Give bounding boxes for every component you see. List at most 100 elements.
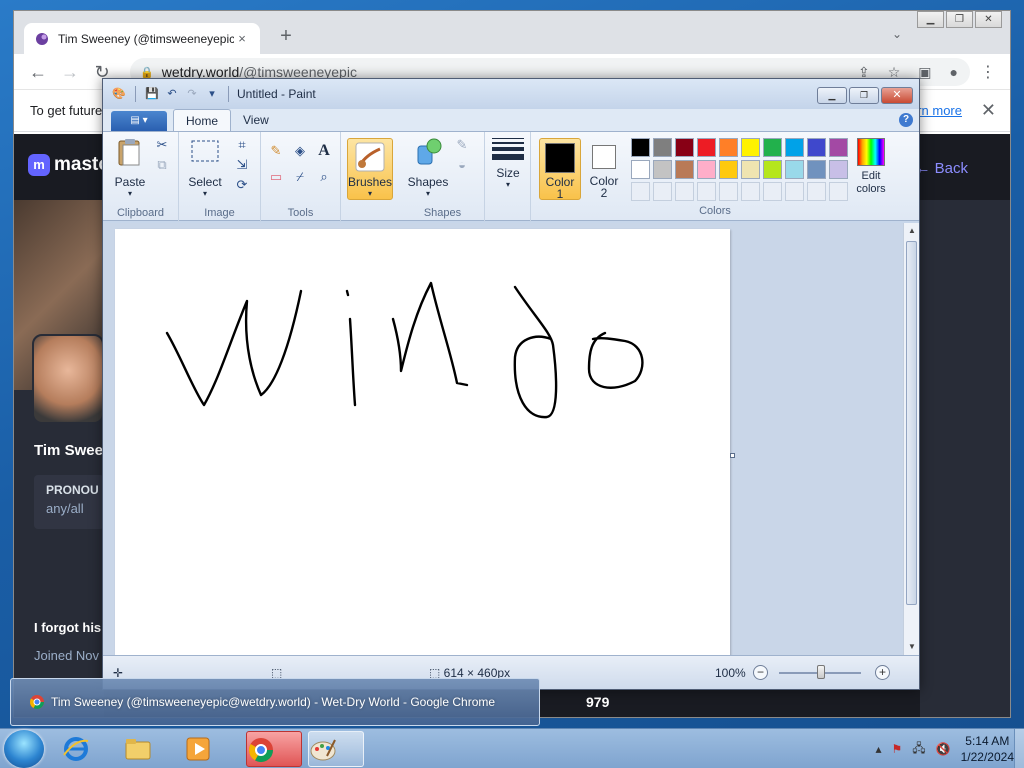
tab-view[interactable]: View <box>231 109 281 131</box>
palette-custom-swatch[interactable] <box>829 182 848 201</box>
palette-color-swatch[interactable] <box>719 138 738 157</box>
taskbar-thumbnail-tooltip[interactable]: Tim Sweeney (@timsweeneyepic@wetdry.worl… <box>10 678 540 726</box>
redo-icon[interactable]: ↷ <box>184 86 200 102</box>
palette-color-swatch[interactable] <box>631 160 650 179</box>
customize-qat-icon[interactable]: ▾ <box>204 86 220 102</box>
pencil-icon[interactable]: ✎ <box>267 142 285 160</box>
palette-custom-swatch[interactable] <box>807 182 826 201</box>
color1-button[interactable]: Color 1 <box>539 138 581 200</box>
drawing-canvas[interactable] <box>115 229 730 655</box>
zoom-out-button[interactable]: − <box>753 665 768 680</box>
palette-color-swatch[interactable] <box>631 138 650 157</box>
palette-color-swatch[interactable] <box>785 138 804 157</box>
edit-colors-button[interactable]: Edit colors <box>855 138 887 196</box>
back-link[interactable]: ← Back <box>915 160 968 177</box>
taskbar-media-player-button[interactable] <box>184 731 240 767</box>
copy-icon[interactable]: ⧉ <box>153 156 171 174</box>
show-hidden-icons-icon[interactable]: ▴ <box>875 742 881 756</box>
followers-count[interactable]: 979 <box>586 694 609 710</box>
taskbar-explorer-button[interactable] <box>124 731 180 767</box>
paint-maximize-button[interactable]: ❐ <box>849 87 879 104</box>
brushes-button[interactable]: Brushes ▾ <box>347 138 393 200</box>
outline-icon[interactable]: ✎ <box>453 136 471 154</box>
action-center-icon[interactable]: ⚑ <box>892 742 903 756</box>
select-button[interactable]: Select ▾ <box>185 136 225 198</box>
taskbar-chrome-button[interactable] <box>246 731 302 767</box>
palette-color-swatch[interactable] <box>675 160 694 179</box>
close-button[interactable]: ✕ <box>975 11 1002 28</box>
palette-color-swatch[interactable] <box>829 160 848 179</box>
help-icon[interactable]: ? <box>899 113 913 127</box>
infobar-close-icon[interactable]: ✕ <box>981 100 996 121</box>
palette-color-swatch[interactable] <box>807 160 826 179</box>
eraser-icon[interactable]: ▭ <box>267 168 285 186</box>
palette-color-swatch[interactable] <box>741 138 760 157</box>
canvas-resize-handle[interactable] <box>730 453 735 458</box>
maximize-button[interactable]: ❐ <box>946 11 973 28</box>
paste-button[interactable]: Paste ▾ <box>111 136 149 198</box>
scroll-thumb[interactable] <box>906 241 917 605</box>
undo-icon[interactable]: ↶ <box>164 86 180 102</box>
palette-color-swatch[interactable] <box>675 138 694 157</box>
palette-custom-swatch[interactable] <box>785 182 804 201</box>
palette-color-swatch[interactable] <box>785 160 804 179</box>
back-button[interactable]: ← <box>24 58 52 86</box>
volume-muted-icon[interactable]: 🔇 <box>936 742 951 756</box>
palette-color-swatch[interactable] <box>807 138 826 157</box>
palette-color-swatch[interactable] <box>763 138 782 157</box>
palette-custom-swatch[interactable] <box>653 182 672 201</box>
start-button[interactable] <box>4 730 44 768</box>
palette-color-swatch[interactable] <box>719 160 738 179</box>
network-icon[interactable]: 🖧 <box>912 739 925 760</box>
minimize-button[interactable]: ▁ <box>917 11 944 28</box>
palette-custom-swatch[interactable] <box>631 182 650 201</box>
palette-color-swatch[interactable] <box>697 138 716 157</box>
palette-color-swatch[interactable] <box>653 160 672 179</box>
fill-shape-icon[interactable]: ◒ <box>453 156 471 174</box>
show-desktop-button[interactable] <box>1014 729 1024 768</box>
tab-search-icon[interactable]: ⌄ <box>892 27 902 41</box>
paint-app-icon[interactable]: 🎨 <box>111 86 127 102</box>
taskbar-paint-button[interactable] <box>308 731 364 767</box>
chrome-menu-icon[interactable]: ⋮ <box>980 62 996 82</box>
clock[interactable]: 5:14 AM 1/22/2024 <box>961 733 1014 765</box>
paint-minimize-button[interactable]: ▁ <box>817 87 847 104</box>
zoom-in-button[interactable]: + <box>875 665 890 680</box>
save-icon[interactable]: 💾 <box>144 86 160 102</box>
palette-color-swatch[interactable] <box>829 138 848 157</box>
palette-custom-swatch[interactable] <box>763 182 782 201</box>
learn-more-link[interactable]: rn more <box>917 103 962 118</box>
resize-icon[interactable]: ⇲ <box>233 156 251 174</box>
palette-color-swatch[interactable] <box>653 138 672 157</box>
palette-custom-swatch[interactable] <box>675 182 694 201</box>
paint-close-button[interactable]: ✕ <box>881 87 913 104</box>
chrome-tab[interactable]: Tim Sweeney (@timsweeneyepic × <box>24 23 260 54</box>
palette-custom-swatch[interactable] <box>741 182 760 201</box>
crop-icon[interactable]: ⌗ <box>233 136 251 154</box>
palette-custom-swatch[interactable] <box>697 182 716 201</box>
text-icon[interactable]: A <box>315 142 333 160</box>
vertical-scrollbar[interactable]: ▲ ▼ <box>903 223 919 655</box>
fill-icon[interactable]: ◈ <box>291 142 309 160</box>
new-tab-button[interactable]: + <box>274 25 298 49</box>
color-picker-icon[interactable]: ⌿ <box>291 168 309 186</box>
zoom-slider-thumb[interactable] <box>817 665 825 679</box>
side-panel-icon[interactable]: ▣ <box>918 64 931 81</box>
palette-color-swatch[interactable] <box>741 160 760 179</box>
cut-icon[interactable]: ✂ <box>153 136 171 154</box>
tab-home[interactable]: Home <box>173 109 232 131</box>
forward-button[interactable]: → <box>56 58 84 86</box>
profile-icon[interactable]: ● <box>950 64 958 81</box>
paint-menu-button[interactable]: ▤ ▾ <box>111 111 167 131</box>
zoom-slider[interactable] <box>779 665 861 679</box>
scroll-down-icon[interactable]: ▼ <box>904 639 920 655</box>
magnifier-icon[interactable]: ⌕ <box>315 168 333 186</box>
palette-custom-swatch[interactable] <box>719 182 738 201</box>
avatar[interactable] <box>32 334 104 424</box>
palette-color-swatch[interactable] <box>697 160 716 179</box>
tab-close-icon[interactable]: × <box>234 31 250 47</box>
taskbar-ie-button[interactable] <box>62 731 118 767</box>
scroll-up-icon[interactable]: ▲ <box>904 223 920 239</box>
rotate-icon[interactable]: ⟳ <box>233 176 251 194</box>
shapes-button[interactable]: Shapes ▾ <box>407 136 449 198</box>
